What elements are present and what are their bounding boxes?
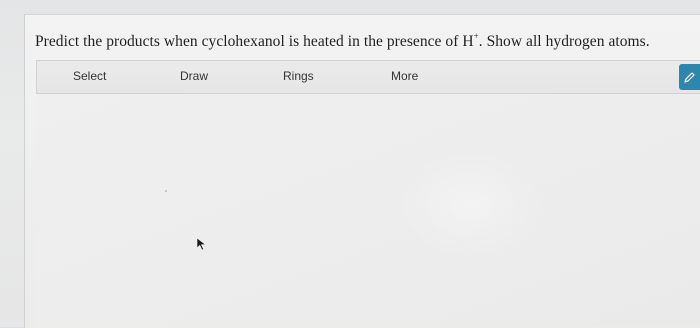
draw-button[interactable]: Draw [180,61,208,93]
screenshot-background: Predict the products when cyclohexanol i… [0,0,700,328]
arrow-cursor-icon [196,237,208,256]
drawing-canvas[interactable] [37,94,700,327]
side-panel-tab[interactable] [679,64,700,90]
question-text-main: Predict the products when cyclohexanol i… [35,33,474,50]
question-text-end: . Show all hydrogen atoms. [478,33,650,50]
screen-glare [395,150,545,260]
more-button[interactable]: More [391,61,418,93]
question-text: Predict the products when cyclohexanol i… [35,30,650,51]
select-button[interactable]: Select [73,61,106,93]
question-superscript: + [473,30,479,41]
canvas-dot [165,190,167,192]
rings-button[interactable]: Rings [283,61,314,93]
drawing-toolbar: Select Draw Rings More [36,60,700,94]
pencil-icon [684,72,695,83]
